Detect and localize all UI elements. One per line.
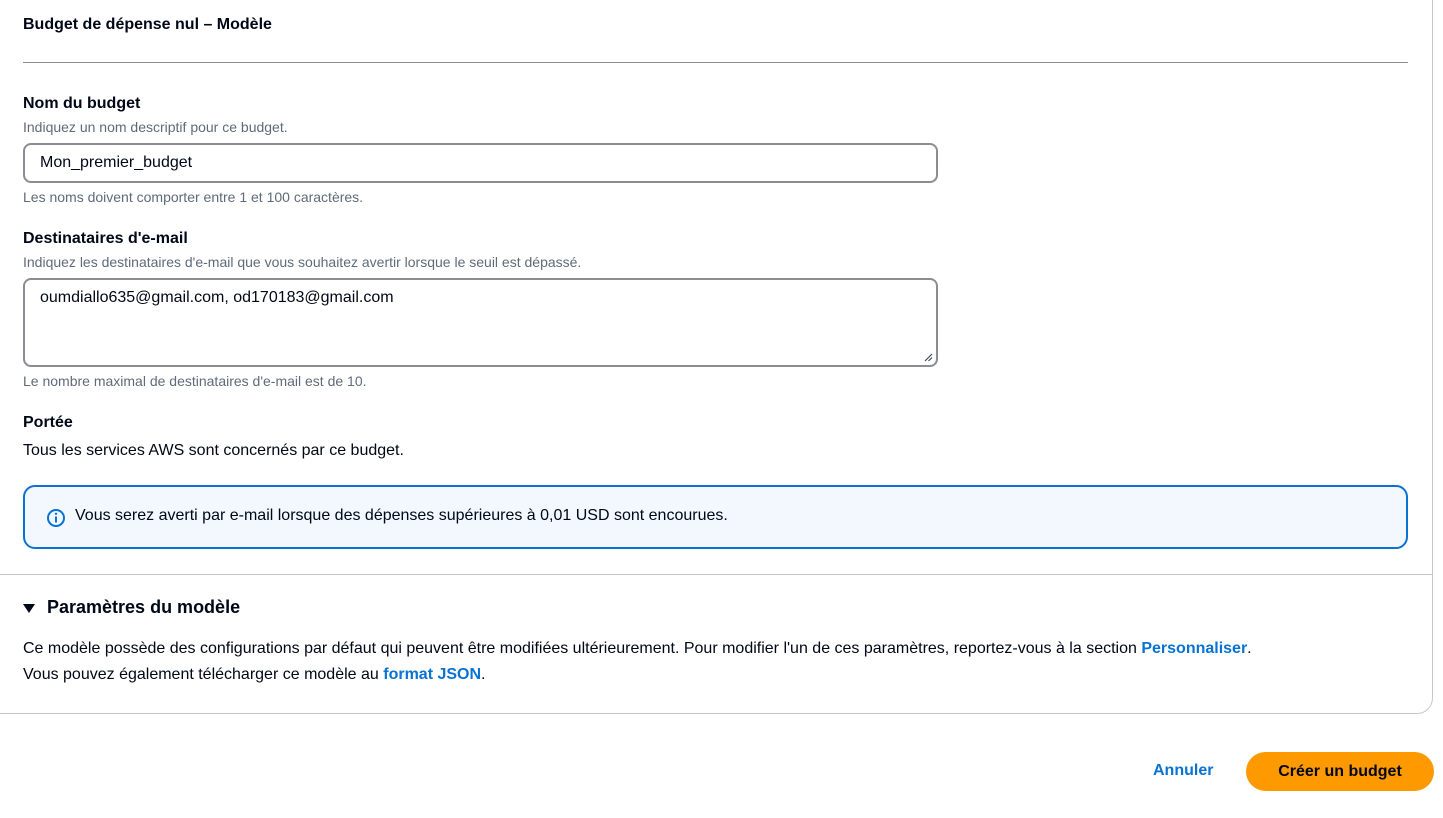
budget-name-label: Nom du budget [23,95,141,112]
budget-name-input[interactable] [23,143,938,183]
template-settings-toggle[interactable]: Paramètres du modèle [23,597,240,618]
json-format-link[interactable]: format JSON [383,666,481,683]
template-settings-line-1-text: Ce modèle possède des configurations par… [23,640,1142,657]
template-settings-line-2-text: Vous pouvez également télécharger ce mod… [23,666,384,683]
scope-text: Tous les services AWS sont concernés par… [23,442,404,459]
template-settings-line-1-end: . [1247,640,1252,657]
email-recipients-constraint: Le nombre maximal de destinataires d'e-m… [23,373,367,389]
template-settings-line-1: Ce modèle possède des configurations par… [23,640,1252,658]
scope-label: Portée [23,414,73,431]
alert-message: Vous serez averti par e-mail lorsque des… [75,507,728,524]
email-recipients-value: oumdiallo635@gmail.com, od170183@gmail.c… [40,289,394,306]
info-alert: Vous serez averti par e-mail lorsque des… [23,485,1408,549]
create-budget-button[interactable]: Créer un budget [1246,752,1434,791]
email-recipients-label: Destinataires d'e-mail [23,230,188,247]
template-settings-line-2-end: . [481,666,486,683]
caret-down-icon [23,603,35,613]
customize-link[interactable]: Personnaliser [1141,640,1247,657]
template-settings-title: Paramètres du modèle [47,597,241,617]
budget-name-constraint: Les noms doivent comporter entre 1 et 10… [23,189,364,205]
resize-handle-icon[interactable] [923,352,933,362]
budget-name-description: Indiquez un nom descriptif pour ce budge… [23,119,288,135]
template-settings-line-2: Vous pouvez également télécharger ce mod… [23,666,485,684]
section-separator [0,574,1433,575]
email-recipients-textarea[interactable]: oumdiallo635@gmail.com, od170183@gmail.c… [23,278,938,367]
info-icon [47,509,65,527]
cancel-button[interactable]: Annuler [1143,752,1223,790]
section-title: Budget de dépense nul – Modèle [23,16,272,33]
section-divider [23,62,1408,63]
email-recipients-description: Indiquez les destinataires d'e-mail que … [23,254,582,270]
